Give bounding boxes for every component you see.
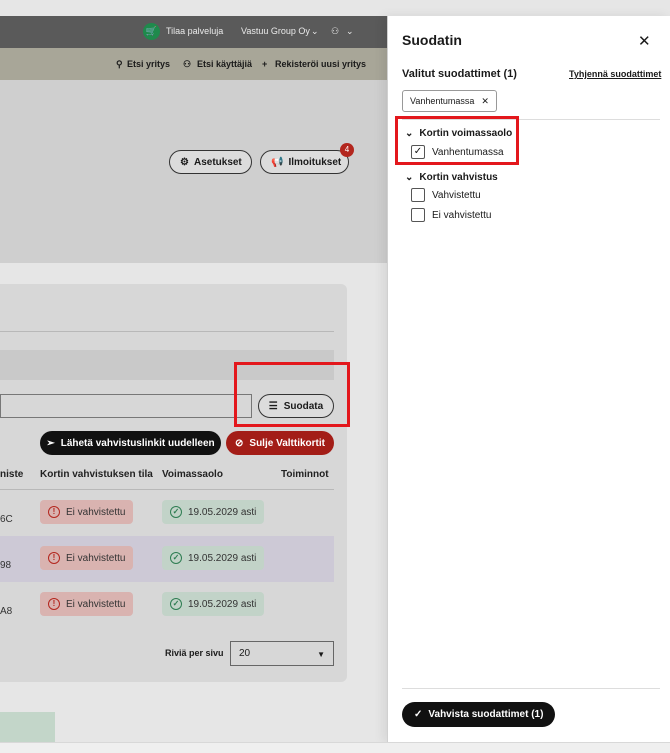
column-header-validity: Voimassaolo	[162, 469, 223, 480]
column-header-actions: Toiminnot	[281, 469, 329, 480]
active-filter-tag-label: Vanhentumassa	[410, 96, 475, 106]
clear-filters-link[interactable]: Tyhjennä suodattimet	[569, 69, 661, 79]
rows-per-page-label: Riviä per sivu	[165, 648, 224, 658]
active-filter-tag[interactable]: Vanhentumassa ✕	[402, 90, 497, 112]
settings-label: Asetukset	[193, 156, 242, 168]
status-text: Ei vahvistettu	[66, 598, 126, 610]
plus-icon: +	[262, 59, 268, 69]
table-row[interactable]: 98 ! Ei vahvistettu ✓ 19.05.2029 asti	[0, 536, 334, 582]
notifications-count-badge: 4	[340, 143, 354, 157]
company-selector[interactable]: Vastuu Group Oy	[241, 26, 310, 36]
status-badge: ! Ei vahvistettu	[40, 546, 134, 570]
close-cards-button[interactable]: ⊘ Sulje Valttikortit	[226, 431, 334, 455]
check-circle-icon: ✓	[170, 598, 182, 610]
filter-option-label: Ei vahvistettu	[432, 209, 492, 221]
checkbox[interactable]	[411, 188, 425, 202]
confirm-filters-button[interactable]: ✓ Vahvista suodattimet (1)	[402, 702, 556, 727]
status-badge: ! Ei vahvistettu	[40, 500, 134, 524]
validity-badge: ✓ 19.05.2029 asti	[162, 546, 265, 570]
alert-icon: !	[48, 598, 60, 610]
user-chevron-down-icon[interactable]: ⌄	[346, 26, 354, 37]
filter-option-label: Vahvistettu	[432, 189, 481, 201]
filter-group-verification[interactable]: ⌄ Kortin vahvistus	[405, 172, 498, 183]
drawer-title: Suodatin	[402, 32, 462, 48]
gear-icon: ⚙	[180, 156, 189, 168]
users-icon: ⚇	[183, 59, 192, 69]
notifications-button[interactable]: 📢 Ilmoitukset	[260, 150, 349, 174]
alert-icon: !	[48, 552, 60, 564]
company-chevron-down-icon[interactable]: ⌄	[311, 26, 319, 37]
user-icon[interactable]: ⚇	[331, 26, 339, 37]
filter-button-highlight	[234, 362, 350, 427]
row-id: A8	[0, 606, 13, 617]
filter-option-not-verified[interactable]: Ei vahvistettu	[411, 208, 491, 222]
checkbox[interactable]	[411, 208, 425, 222]
confirm-filters-label: Vahvista suodattimet (1)	[428, 709, 544, 720]
row-id: 98	[0, 560, 12, 571]
alert-icon: !	[48, 506, 60, 518]
search-company-link[interactable]: Etsi yritys	[127, 59, 170, 69]
cart-icon[interactable]: 🛒	[143, 23, 160, 40]
search-users-link[interactable]: Etsi käyttäjiä	[197, 59, 252, 69]
notifications-label: Ilmoitukset	[288, 156, 342, 168]
validity-text: 19.05.2029 asti	[188, 506, 257, 518]
rows-per-page-value: 20	[239, 648, 251, 659]
filter-option-verified[interactable]: Vahvistettu	[411, 188, 481, 202]
check-icon: ✓	[414, 709, 423, 720]
status-text: Ei vahvistettu	[66, 552, 126, 564]
rows-per-page-select[interactable]: 20 ▼	[230, 641, 334, 666]
page-footer-line	[0, 742, 670, 753]
settings-button[interactable]: ⚙ Asetukset	[169, 150, 252, 174]
block-icon: ⊘	[235, 437, 244, 449]
caret-down-icon: ▼	[317, 650, 325, 659]
filter-group-label: Kortin vahvistus	[419, 172, 498, 183]
remove-tag-icon[interactable]: ✕	[481, 96, 489, 107]
validity-text: 19.05.2029 asti	[188, 598, 257, 610]
megaphone-icon: 📢	[271, 156, 284, 168]
column-header-verification-status: Kortin vahvistuksen tila	[40, 469, 153, 480]
status-text: Ei vahvistettu	[66, 506, 126, 518]
validity-badge: ✓ 19.05.2029 asti	[162, 592, 265, 616]
table-row[interactable]: A8 ! Ei vahvistettu ✓ 19.05.2029 asti	[0, 582, 334, 628]
status-toast	[0, 712, 55, 742]
check-circle-icon: ✓	[170, 552, 182, 564]
chevron-down-icon: ⌄	[405, 172, 414, 183]
resend-links-label: Lähetä vahvistuslinkit uudelleen	[60, 437, 215, 449]
divider	[402, 688, 660, 689]
register-company-link[interactable]: Rekisteröi uusi yritys	[275, 59, 366, 69]
close-cards-label: Sulje Valttikortit	[249, 437, 325, 449]
status-badge: ! Ei vahvistettu	[40, 592, 134, 616]
selected-filters-heading: Valitut suodattimet (1)	[402, 68, 517, 80]
resend-links-button[interactable]: ➢ Lähetä vahvistuslinkit uudelleen	[40, 431, 221, 455]
validity-text: 19.05.2029 asti	[188, 552, 257, 564]
validity-badge: ✓ 19.05.2029 asti	[162, 500, 265, 524]
row-id: 6C	[0, 514, 13, 525]
action-bar: ⚲ Etsi yritys ⚇ Etsi käyttäjiä + Rekiste…	[0, 48, 400, 80]
search-input[interactable]	[0, 394, 252, 418]
send-icon: ➢	[46, 437, 55, 449]
column-header-id: niste	[0, 469, 24, 480]
close-icon[interactable]: ✕	[638, 32, 651, 50]
top-navigation-bar: 🛒 Tilaa palveluja Vastuu Group Oy ⌄ ⚇ ⌄	[0, 16, 400, 48]
table-row[interactable]: 6C ! Ei vahvistettu ✓ 19.05.2029 asti	[0, 490, 334, 536]
order-services-link[interactable]: Tilaa palveluja	[166, 26, 223, 36]
check-circle-icon: ✓	[170, 506, 182, 518]
search-icon: ⚲	[116, 59, 123, 69]
divider	[0, 331, 334, 332]
filter-group-highlight	[395, 116, 519, 165]
